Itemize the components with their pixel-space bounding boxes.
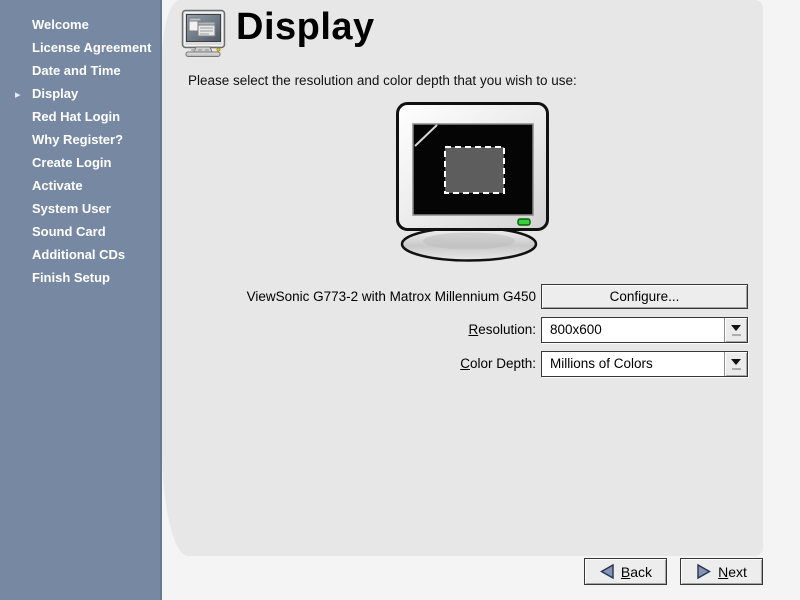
- display-settings-icon: [181, 9, 227, 59]
- next-arrow-icon: [696, 563, 712, 580]
- sidebar-item-finish-setup: Finish Setup: [0, 266, 160, 289]
- sidebar-item-label: Why Register?: [32, 132, 123, 147]
- dropdown-arrow-icon: [724, 318, 747, 342]
- sidebar-item-label: Sound Card: [32, 224, 106, 239]
- sidebar-item-display: ▸Display: [0, 82, 160, 105]
- next-button[interactable]: Next: [680, 558, 763, 585]
- color-depth-label: Color Depth:: [186, 356, 536, 371]
- sidebar-item-welcome: Welcome: [0, 13, 160, 36]
- firstboot-window: WelcomeLicense AgreementDate and Time▸Di…: [0, 0, 800, 600]
- sidebar-steps: WelcomeLicense AgreementDate and Time▸Di…: [0, 0, 160, 289]
- sidebar-item-label: Red Hat Login: [32, 109, 120, 124]
- active-step-arrow-icon: ▸: [0, 84, 32, 107]
- device-label: ViewSonic G773-2 with Matrox Millennium …: [186, 289, 536, 304]
- resolution-preview-rect: [445, 147, 504, 193]
- color-depth-value: Millions of Colors: [550, 352, 653, 376]
- sidebar-item-label: Activate: [32, 178, 83, 193]
- page-subtitle: Please select the resolution and color d…: [188, 73, 577, 88]
- back-button[interactable]: Back: [584, 558, 667, 585]
- sidebar-item-label: Display: [32, 86, 78, 101]
- sidebar-item-date-and-time: Date and Time: [0, 59, 160, 82]
- sidebar-item-label: Welcome: [32, 17, 89, 32]
- sidebar-item-why-register: Why Register?: [0, 128, 160, 151]
- sidebar-item-license-agreement: License Agreement: [0, 36, 160, 59]
- sidebar-item-label: Additional CDs: [32, 247, 125, 262]
- sidebar-item-sound-card: Sound Card: [0, 220, 160, 243]
- resolution-label: Resolution:: [186, 322, 536, 337]
- page-title: Display: [236, 6, 375, 49]
- color-depth-select[interactable]: Millions of Colors: [541, 351, 748, 377]
- power-led: [518, 219, 530, 225]
- dropdown-arrow-icon: [724, 352, 747, 376]
- monitor-illustration: [388, 100, 568, 268]
- sidebar-item-label: Finish Setup: [32, 270, 110, 285]
- resolution-value: 800x600: [550, 318, 602, 342]
- sidebar-item-label: System User: [32, 201, 111, 216]
- sidebar-item-red-hat-login: Red Hat Login: [0, 105, 160, 128]
- sidebar-item-label: Date and Time: [32, 63, 121, 78]
- sidebar-item-activate: Activate: [0, 174, 160, 197]
- next-button-label: Next: [718, 564, 747, 580]
- sidebar: WelcomeLicense AgreementDate and Time▸Di…: [0, 0, 162, 600]
- sidebar-item-label: License Agreement: [32, 40, 151, 55]
- resolution-select[interactable]: 800x600: [541, 317, 748, 343]
- content-panel: Display Please select the resolution and…: [162, 0, 763, 556]
- sidebar-item-additional-cds: Additional CDs: [0, 243, 160, 266]
- sidebar-item-system-user: System User: [0, 197, 160, 220]
- sidebar-item-label: Create Login: [32, 155, 111, 170]
- back-button-label: Back: [621, 564, 652, 580]
- back-arrow-icon: [599, 563, 615, 580]
- sidebar-item-create-login: Create Login: [0, 151, 160, 174]
- configure-button[interactable]: Configure...: [541, 284, 748, 309]
